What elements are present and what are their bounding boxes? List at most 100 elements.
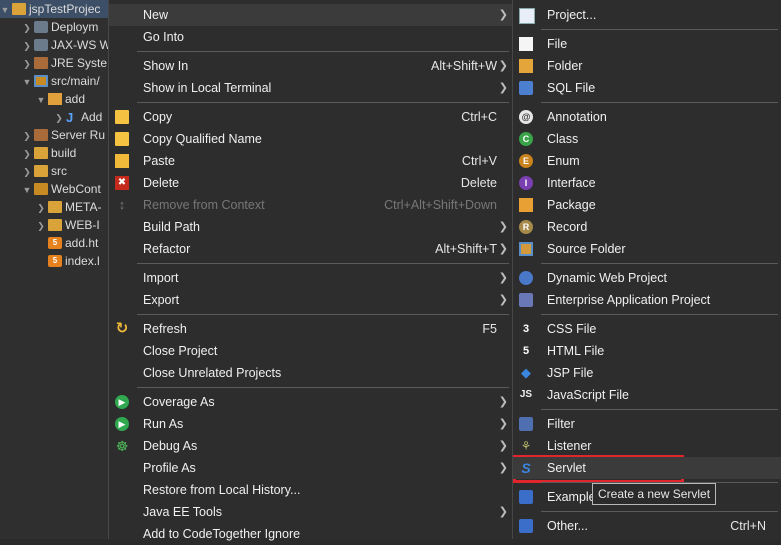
menu2-item-project[interactable]: Project... <box>513 4 781 26</box>
menu1-item-java-ee-tools[interactable]: Java EE Tools ❯ <box>109 501 513 523</box>
tree-item-meta-inf[interactable]: ❯ META- <box>36 198 101 216</box>
tree-item-add-java[interactable]: ❯ J Add <box>54 108 102 126</box>
menu2-item-enterprise-application-project[interactable]: Enterprise Application Project <box>513 289 781 311</box>
menu-item-label: Run As <box>143 417 184 431</box>
menu2-item-file[interactable]: File <box>513 33 781 55</box>
menu1-item-paste[interactable]: Paste Ctrl+V <box>109 150 513 172</box>
submenu-arrow-icon: ❯ <box>498 9 508 21</box>
menu1-item-import[interactable]: Import ❯ <box>109 267 513 289</box>
menu1-item-go-into[interactable]: Go Into <box>109 26 513 48</box>
collapse-arrow-icon[interactable]: ❯ <box>36 217 46 235</box>
menu2-item-jsp-file[interactable]: ◆ JSP File <box>513 362 781 384</box>
menu2-item-folder[interactable]: Folder <box>513 55 781 77</box>
tree-item-src-main[interactable]: ▼ src/main/ <box>22 72 100 90</box>
menu1-item-new[interactable]: New ❯ <box>109 4 513 26</box>
menu-item-label: Close Project <box>143 344 218 358</box>
menu-item-shortcut: Alt+Shift+T <box>435 242 497 256</box>
menu1-item-coverage-as[interactable]: ▶ Coverage As ❯ <box>109 391 513 413</box>
menu2-item-sql-file[interactable]: SQL File <box>513 77 781 99</box>
menu2-item-css-file[interactable]: 3 CSS File <box>513 318 781 340</box>
tree-item-add-package[interactable]: ▼ add <box>36 90 86 109</box>
tree-item-jre[interactable]: ❯ JRE Syste <box>22 54 107 72</box>
menu1-item-close-project[interactable]: Close Project <box>109 340 513 362</box>
library-icon <box>34 128 48 141</box>
menu-item-label: Copy <box>143 110 173 124</box>
menu1-item-export[interactable]: Export ❯ <box>109 289 513 311</box>
menu-item-label: Coverage As <box>143 395 215 409</box>
menu1-item-debug-as[interactable]: ☸ Debug As ❯ <box>109 435 513 457</box>
menu2-item-filter[interactable]: Filter <box>513 413 781 435</box>
tree-item-build[interactable]: ❯ build <box>22 144 76 162</box>
menu1-item-add-to-codetogether-ignore[interactable]: Add to CodeTogether Ignore <box>109 523 513 545</box>
collapse-arrow-icon[interactable]: ❯ <box>22 19 32 37</box>
collapse-arrow-icon[interactable]: ❯ <box>54 109 64 127</box>
menu1-item-refactor[interactable]: Refactor Alt+Shift+T ❯ <box>109 238 513 260</box>
collapse-arrow-icon[interactable]: ❯ <box>22 37 32 55</box>
expand-arrow-icon[interactable]: ▼ <box>0 1 10 19</box>
menu2-item-html-file[interactable]: 5 HTML File <box>513 340 781 362</box>
file-icon <box>519 37 533 51</box>
menu2-item-servlet[interactable]: S Servlet <box>513 457 781 479</box>
menu2-item-annotation[interactable]: @ Annotation <box>513 106 781 128</box>
project-icon <box>12 2 26 15</box>
menu1-item-profile-as[interactable]: Profile As ❯ <box>109 457 513 479</box>
menu-item-label: Listener <box>547 439 592 453</box>
menu-item-label: File <box>547 37 568 51</box>
menu1-item-copy[interactable]: Copy Ctrl+C <box>109 106 513 128</box>
tree-item-deployment[interactable]: ❯ Deploym <box>22 18 98 36</box>
collapse-arrow-icon[interactable]: ❯ <box>22 145 32 163</box>
copy-qualified-icon <box>115 132 129 146</box>
menu-item-label: Package <box>547 198 596 212</box>
menu1-item-run-as[interactable]: ▶ Run As ❯ <box>109 413 513 435</box>
tree-label: WebCont <box>51 182 101 196</box>
tree-label: build <box>51 146 77 160</box>
menu-separator <box>541 102 778 103</box>
menu2-item-listener[interactable]: ⚘ Listener <box>513 435 781 457</box>
collapse-arrow-icon[interactable]: ❯ <box>36 199 46 217</box>
menu1-item-restore-from-local-history[interactable]: Restore from Local History... <box>109 479 513 501</box>
folder-icon <box>34 146 48 159</box>
enum-icon: E <box>519 154 533 168</box>
menu2-item-other[interactable]: Other... Ctrl+N <box>513 515 781 537</box>
tree-item-src[interactable]: ❯ src <box>22 162 67 180</box>
menu2-item-class[interactable]: C Class <box>513 128 781 150</box>
menu1-item-refresh[interactable]: ↻ Refresh F5 <box>109 318 513 340</box>
menu1-item-copy-qualified-name[interactable]: Copy Qualified Name <box>109 128 513 150</box>
tree-item-server-runtime[interactable]: ❯ Server Ru <box>22 126 105 144</box>
menu1-item-show-in[interactable]: Show In Alt+Shift+W ❯ <box>109 55 513 77</box>
collapse-arrow-icon[interactable]: ❯ <box>22 55 32 73</box>
source-folder-icon <box>34 74 48 87</box>
html-file-icon: 5 <box>522 345 530 357</box>
submenu-arrow-icon: ❯ <box>498 418 508 430</box>
tree-item-index-html[interactable]: 5 index.l <box>46 252 100 270</box>
menu2-item-source-folder[interactable]: Source Folder <box>513 238 781 260</box>
menu2-item-package[interactable]: Package <box>513 194 781 216</box>
tree-item-web-inf[interactable]: ❯ WEB-I <box>36 216 99 235</box>
expand-arrow-icon[interactable]: ▼ <box>36 91 46 109</box>
menu2-item-interface[interactable]: I Interface <box>513 172 781 194</box>
menu1-item-delete[interactable]: ✖ Delete Delete <box>109 172 513 194</box>
project-icon <box>519 8 535 24</box>
menu2-item-record[interactable]: R Record <box>513 216 781 238</box>
interface-icon: I <box>519 176 533 190</box>
expand-arrow-icon[interactable]: ▼ <box>22 181 32 199</box>
menu1-item-remove-from-context: ↕ Remove from Context Ctrl+Alt+Shift+Down <box>109 194 513 216</box>
collapse-arrow-icon[interactable]: ❯ <box>22 163 32 181</box>
submenu-arrow-icon: ❯ <box>498 294 508 306</box>
menu-separator <box>541 29 778 30</box>
expand-arrow-icon[interactable]: ▼ <box>22 73 32 91</box>
menu-item-label: Copy Qualified Name <box>143 132 262 146</box>
tree-item-project[interactable]: ▼ jspTestProjec <box>0 0 110 18</box>
menu-item-label: Annotation <box>547 110 607 124</box>
menu1-item-show-in-local-terminal[interactable]: Show in Local Terminal ❯ <box>109 77 513 99</box>
menu1-item-close-unrelated-projects[interactable]: Close Unrelated Projects <box>109 362 513 384</box>
tree-item-jaxws[interactable]: ❯ JAX-WS W <box>22 36 110 54</box>
tree-item-add-html[interactable]: 5 add.ht <box>46 234 98 252</box>
tree-item-webcontent[interactable]: ▼ WebCont <box>22 180 101 198</box>
menu2-item-dynamic-web-project[interactable]: Dynamic Web Project <box>513 267 781 289</box>
folder-icon <box>48 218 62 231</box>
collapse-arrow-icon[interactable]: ❯ <box>22 127 32 145</box>
menu2-item-enum[interactable]: E Enum <box>513 150 781 172</box>
menu1-item-build-path[interactable]: Build Path ❯ <box>109 216 513 238</box>
menu2-item-javascript-file[interactable]: JS JavaScript File <box>513 384 781 406</box>
